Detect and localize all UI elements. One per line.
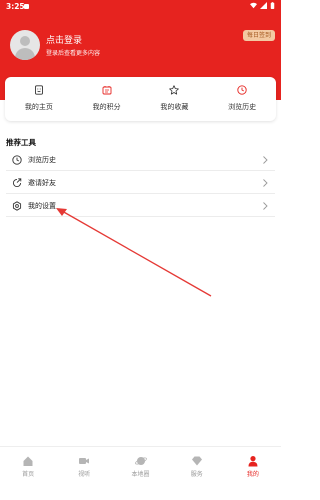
nav-item-service[interactable]: 服务 bbox=[169, 447, 225, 500]
status-time: 3:25 bbox=[6, 2, 25, 11]
share-icon bbox=[12, 178, 22, 188]
quick-link-points[interactable]: 我的积分 bbox=[73, 77, 141, 121]
tool-label: 邀请好友 bbox=[28, 179, 56, 187]
chevron-right-icon bbox=[263, 156, 268, 164]
quick-link-favorites[interactable]: 我的收藏 bbox=[141, 77, 209, 121]
nav-label: 首页 bbox=[22, 471, 35, 478]
quick-links-card: 我的主页 我的积分 我的收藏 浏览历史 bbox=[5, 77, 276, 121]
quick-link-label: 我的积分 bbox=[92, 103, 121, 111]
quick-link-label: 浏览历史 bbox=[228, 103, 257, 111]
battery-icon bbox=[270, 2, 275, 9]
nav-item-local[interactable]: 本地圈 bbox=[112, 447, 168, 500]
status-icons bbox=[250, 2, 275, 9]
wifi-icon bbox=[250, 2, 257, 9]
notification-icon bbox=[24, 4, 29, 9]
section-title: 推荐工具 bbox=[6, 138, 36, 147]
quick-link-homepage[interactable]: 我的主页 bbox=[5, 77, 73, 121]
profile-page-icon bbox=[34, 85, 43, 95]
nav-label: 我的 bbox=[246, 471, 259, 478]
avatar[interactable] bbox=[10, 30, 40, 60]
video-icon bbox=[79, 458, 90, 464]
nav-item-home[interactable]: 首页 bbox=[0, 447, 56, 500]
tool-label: 我的设置 bbox=[28, 202, 56, 210]
avatar-head bbox=[20, 36, 30, 46]
points-icon bbox=[102, 86, 112, 95]
nav-label: 视听 bbox=[78, 471, 91, 478]
nav-label: 服务 bbox=[190, 471, 203, 478]
star-icon bbox=[169, 85, 180, 95]
home-icon bbox=[23, 456, 33, 466]
quick-link-label: 我的主页 bbox=[24, 103, 53, 111]
login-link[interactable]: 点击登录 bbox=[46, 33, 82, 46]
signal-icon bbox=[260, 2, 267, 9]
nav-item-video[interactable]: 视听 bbox=[56, 447, 112, 500]
nav-item-mine[interactable]: 我的 bbox=[225, 447, 281, 500]
diamond-icon bbox=[191, 456, 202, 466]
login-subtitle: 登录后查看更多内容 bbox=[46, 50, 101, 57]
settings-icon bbox=[12, 201, 22, 211]
tool-row-settings[interactable]: 我的设置 bbox=[6, 195, 275, 217]
tool-row-invite[interactable]: 邀请好友 bbox=[6, 172, 275, 194]
clock-icon bbox=[12, 155, 22, 165]
avatar-body bbox=[15, 48, 35, 60]
chevron-right-icon bbox=[263, 202, 268, 210]
tool-label: 浏览历史 bbox=[28, 156, 56, 164]
planet-icon bbox=[134, 457, 147, 465]
checkin-badge[interactable]: 每日签到 bbox=[242, 30, 275, 41]
bottom-nav: 首页 视听 本地圈 服务 我的 bbox=[0, 446, 281, 500]
quick-link-label: 我的收藏 bbox=[160, 103, 189, 111]
status-bar: 3:25 bbox=[0, 0, 281, 14]
clock-icon bbox=[237, 85, 247, 95]
chevron-right-icon bbox=[263, 179, 268, 187]
nav-label: 本地圈 bbox=[131, 471, 150, 478]
quick-link-history[interactable]: 浏览历史 bbox=[208, 77, 276, 121]
tool-row-history[interactable]: 浏览历史 bbox=[6, 149, 275, 171]
user-icon bbox=[248, 456, 258, 467]
